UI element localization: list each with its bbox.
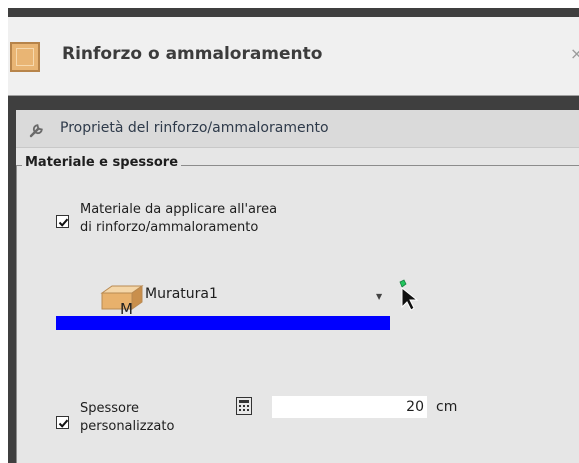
thickness-label-line2: personalizzato xyxy=(80,419,175,434)
calculator-icon[interactable] xyxy=(236,397,252,415)
thickness-unit: cm xyxy=(436,399,458,415)
material-color-bar xyxy=(56,316,390,330)
material-label-line1: Materiale da applicare all'area xyxy=(80,202,278,217)
material-block-icon xyxy=(10,42,40,72)
material-combo-value[interactable]: Muratura1 xyxy=(145,286,218,302)
thickness-checkbox-label: Spessore personalizzato xyxy=(80,400,174,436)
material-checkbox-label: Materiale da applicare all'area di rinfo… xyxy=(80,201,277,237)
panel-header[interactable]: Proprietà del rinforzo/ammaloramento xyxy=(16,110,579,148)
window-title: Rinforzo o ammaloramento xyxy=(62,44,323,64)
material-icon-letter: M xyxy=(120,300,133,315)
thickness-input[interactable] xyxy=(272,396,427,418)
material-checkbox[interactable] xyxy=(56,215,69,228)
thickness-checkbox[interactable] xyxy=(56,416,69,429)
checkmark-icon xyxy=(58,419,69,428)
thickness-label-line1: Spessore xyxy=(80,401,140,416)
title-bar: Rinforzo o ammaloramento × xyxy=(8,17,579,96)
material-icon: M xyxy=(100,285,144,315)
panel-title: Proprietà del rinforzo/ammaloramento xyxy=(60,120,329,136)
close-icon[interactable]: × xyxy=(570,44,579,63)
chevron-down-icon[interactable]: ▼ xyxy=(376,292,382,301)
pick-material-arrow-icon[interactable] xyxy=(394,279,420,311)
checkmark-icon xyxy=(58,218,69,227)
group-legend: Materiale e spessore xyxy=(22,155,182,170)
wrench-icon xyxy=(29,124,43,138)
material-label-line2: di rinforzo/ammaloramento xyxy=(80,220,259,235)
